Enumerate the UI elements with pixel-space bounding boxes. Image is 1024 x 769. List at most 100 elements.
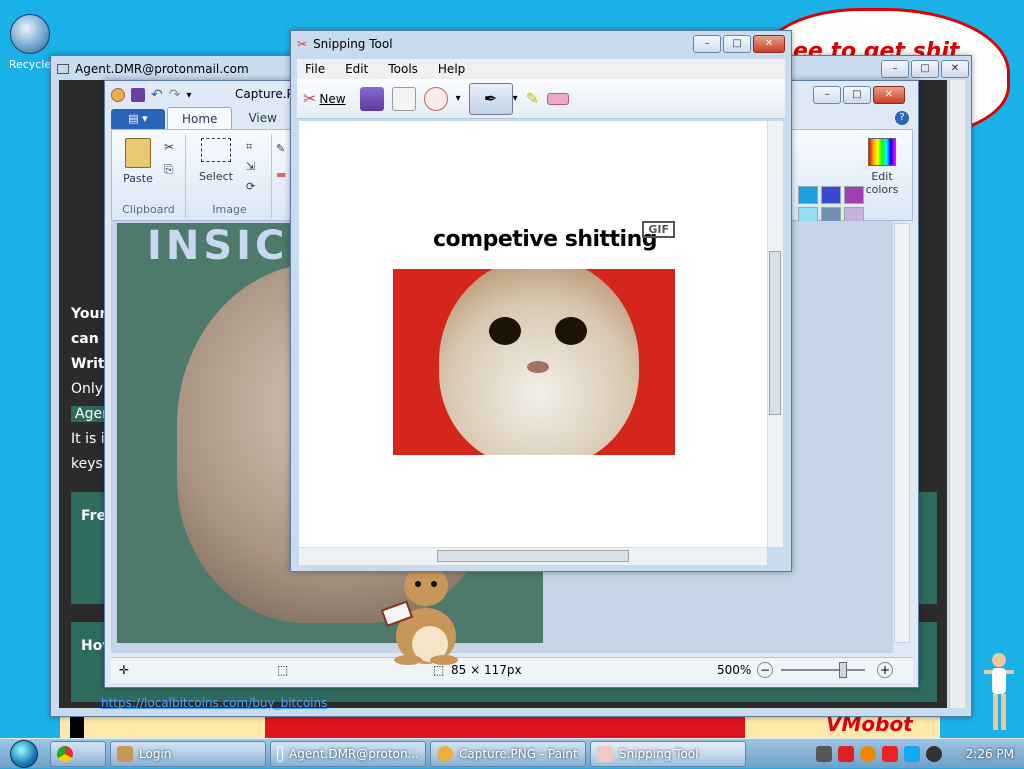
snip-close-button[interactable]: ✕: [753, 35, 785, 53]
taskbar-item-paint[interactable]: Capture.PNG - Paint: [430, 740, 586, 767]
taskbar-item-login[interactable]: Login: [110, 740, 266, 767]
taskbar-item-email[interactable]: Agent.DMR@proton...: [270, 740, 426, 767]
email-scrollbar[interactable]: [949, 80, 965, 708]
tray-monitor-icon[interactable]: [903, 745, 920, 762]
pencil-icon[interactable]: ✎: [276, 142, 285, 155]
new-snip-button[interactable]: ✂ New: [303, 89, 346, 108]
copy-icon[interactable]: ⎘: [164, 162, 174, 177]
chrome-icon: [57, 745, 73, 762]
color-swatch[interactable]: [821, 186, 841, 204]
zoom-out-button[interactable]: −: [757, 662, 773, 678]
highlighter-icon[interactable]: ✎: [526, 89, 539, 108]
edit-colors-icon: [868, 138, 896, 166]
rotate-icon[interactable]: ⟳: [246, 180, 255, 193]
tray-icon[interactable]: [815, 745, 832, 762]
snipping-tool-window: ✂ Snipping Tool – □ ✕ File Edit Tools He…: [290, 30, 792, 572]
snip-hscroll-thumb[interactable]: [437, 550, 629, 562]
taskbar-chrome-icon[interactable]: [50, 740, 106, 767]
paint-maximize-button[interactable]: □: [843, 86, 871, 104]
strip-black: [70, 716, 84, 740]
zoom-slider[interactable]: [781, 669, 865, 671]
tray-icon[interactable]: [837, 745, 854, 762]
resize-icon[interactable]: ⇲: [246, 160, 255, 173]
tray-icon[interactable]: [859, 745, 876, 762]
start-button[interactable]: [0, 739, 48, 769]
snip-canvas: competive shitting GIF: [299, 121, 767, 547]
select-button[interactable]: Select: [196, 138, 236, 183]
email-line: Your: [71, 306, 107, 322]
save-snip-icon[interactable]: [359, 86, 384, 111]
save-icon[interactable]: [131, 88, 145, 102]
pen-dropdown-icon[interactable]: ▾: [513, 93, 518, 104]
paint-vertical-scrollbar[interactable]: [894, 223, 910, 643]
paint-close-button[interactable]: ✕: [873, 86, 905, 104]
cat-eye: [555, 317, 587, 345]
cut-icon[interactable]: ✂: [164, 140, 174, 154]
scissors-icon: ✂: [297, 37, 308, 51]
menu-tools[interactable]: Tools: [380, 62, 426, 76]
snip-horizontal-scrollbar[interactable]: [299, 547, 767, 565]
recycle-bin-icon[interactable]: Recycle: [6, 14, 54, 71]
help-icon[interactable]: ?: [895, 111, 909, 125]
gif-caption: competive shitting: [433, 227, 658, 252]
color-swatch[interactable]: [798, 186, 818, 204]
paste-button[interactable]: Paste: [118, 138, 158, 185]
tab-home[interactable]: Home: [167, 107, 233, 129]
taskbar-item-label: Capture.PNG - Paint: [459, 746, 578, 761]
paint-app-icon: [111, 88, 125, 102]
email-close-button[interactable]: ✕: [941, 60, 969, 78]
scissors-icon: [597, 745, 613, 762]
email-maximize-button[interactable]: □: [911, 60, 939, 78]
email-link[interactable]: https://localbitcoins.com/buy_bitcoins: [101, 696, 327, 710]
new-snip-label: New: [319, 91, 346, 106]
dancer-figure-icon: [984, 653, 1014, 730]
window-icon: [277, 745, 283, 762]
hamster-app-icon: [117, 745, 133, 762]
paint-file-tab[interactable]: ▤ ▾: [111, 109, 165, 129]
email-minimize-button[interactable]: –: [881, 60, 909, 78]
pen-button[interactable]: ✒: [468, 82, 513, 115]
selection-size-icon: ⬚: [277, 663, 289, 677]
tab-view[interactable]: View: [234, 107, 290, 129]
wallpaper-strip: [60, 716, 940, 740]
select-label: Select: [199, 170, 233, 183]
snip-menubar: File Edit Tools Help: [297, 59, 785, 79]
snip-maximize-button[interactable]: □: [723, 35, 751, 53]
tray-volume-icon[interactable]: [925, 745, 942, 762]
customize-qat-icon[interactable]: ▾: [186, 90, 191, 101]
paint-quick-access-toolbar: ↶ ↷ ▾: [111, 85, 192, 105]
zoom-in-button[interactable]: +: [877, 662, 893, 678]
clock[interactable]: 2:26 PM: [966, 747, 1014, 761]
cat-image: [393, 269, 675, 455]
copy-snip-icon[interactable]: [391, 86, 416, 111]
eraser-icon[interactable]: ▬: [276, 168, 286, 181]
taskbar-item-label: Agent.DMR@proton...: [289, 746, 419, 761]
snip-titlebar[interactable]: ✂ Snipping Tool – □ ✕: [291, 31, 791, 57]
tray-flag-icon[interactable]: [881, 745, 898, 762]
menu-help[interactable]: Help: [430, 62, 473, 76]
email-window-title: Agent.DMR@protonmail.com: [75, 62, 249, 76]
edit-colors-button[interactable]: Edit colors: [858, 138, 906, 196]
taskbar-item-label: Login: [139, 746, 172, 761]
eraser-icon[interactable]: [547, 92, 570, 105]
paint-minimize-button[interactable]: –: [813, 86, 841, 104]
snip-window-title: Snipping Tool: [313, 37, 393, 51]
snip-vscroll-thumb[interactable]: [769, 251, 781, 415]
undo-icon[interactable]: ↶: [151, 87, 163, 103]
snip-vertical-scrollbar[interactable]: [767, 121, 783, 547]
windows-logo-icon: [10, 739, 38, 768]
snip-minimize-button[interactable]: –: [693, 35, 721, 53]
zoom-level: 500%: [717, 663, 752, 677]
send-snip-icon[interactable]: [423, 86, 448, 111]
menu-edit[interactable]: Edit: [337, 62, 376, 76]
send-snip-dropdown-icon[interactable]: ▾: [456, 93, 461, 104]
email-line: Writ: [71, 356, 105, 372]
taskbar-item-snipping[interactable]: Snipping Tool: [590, 740, 746, 767]
email-section-label: Fre: [81, 508, 107, 524]
redo-icon[interactable]: ↷: [169, 87, 181, 103]
cursor-position-icon: ✛: [119, 663, 130, 677]
menu-file[interactable]: File: [297, 62, 333, 76]
paste-icon: [125, 138, 151, 168]
zoom-slider-thumb[interactable]: [839, 662, 847, 678]
crop-icon[interactable]: ⌗: [246, 140, 252, 154]
